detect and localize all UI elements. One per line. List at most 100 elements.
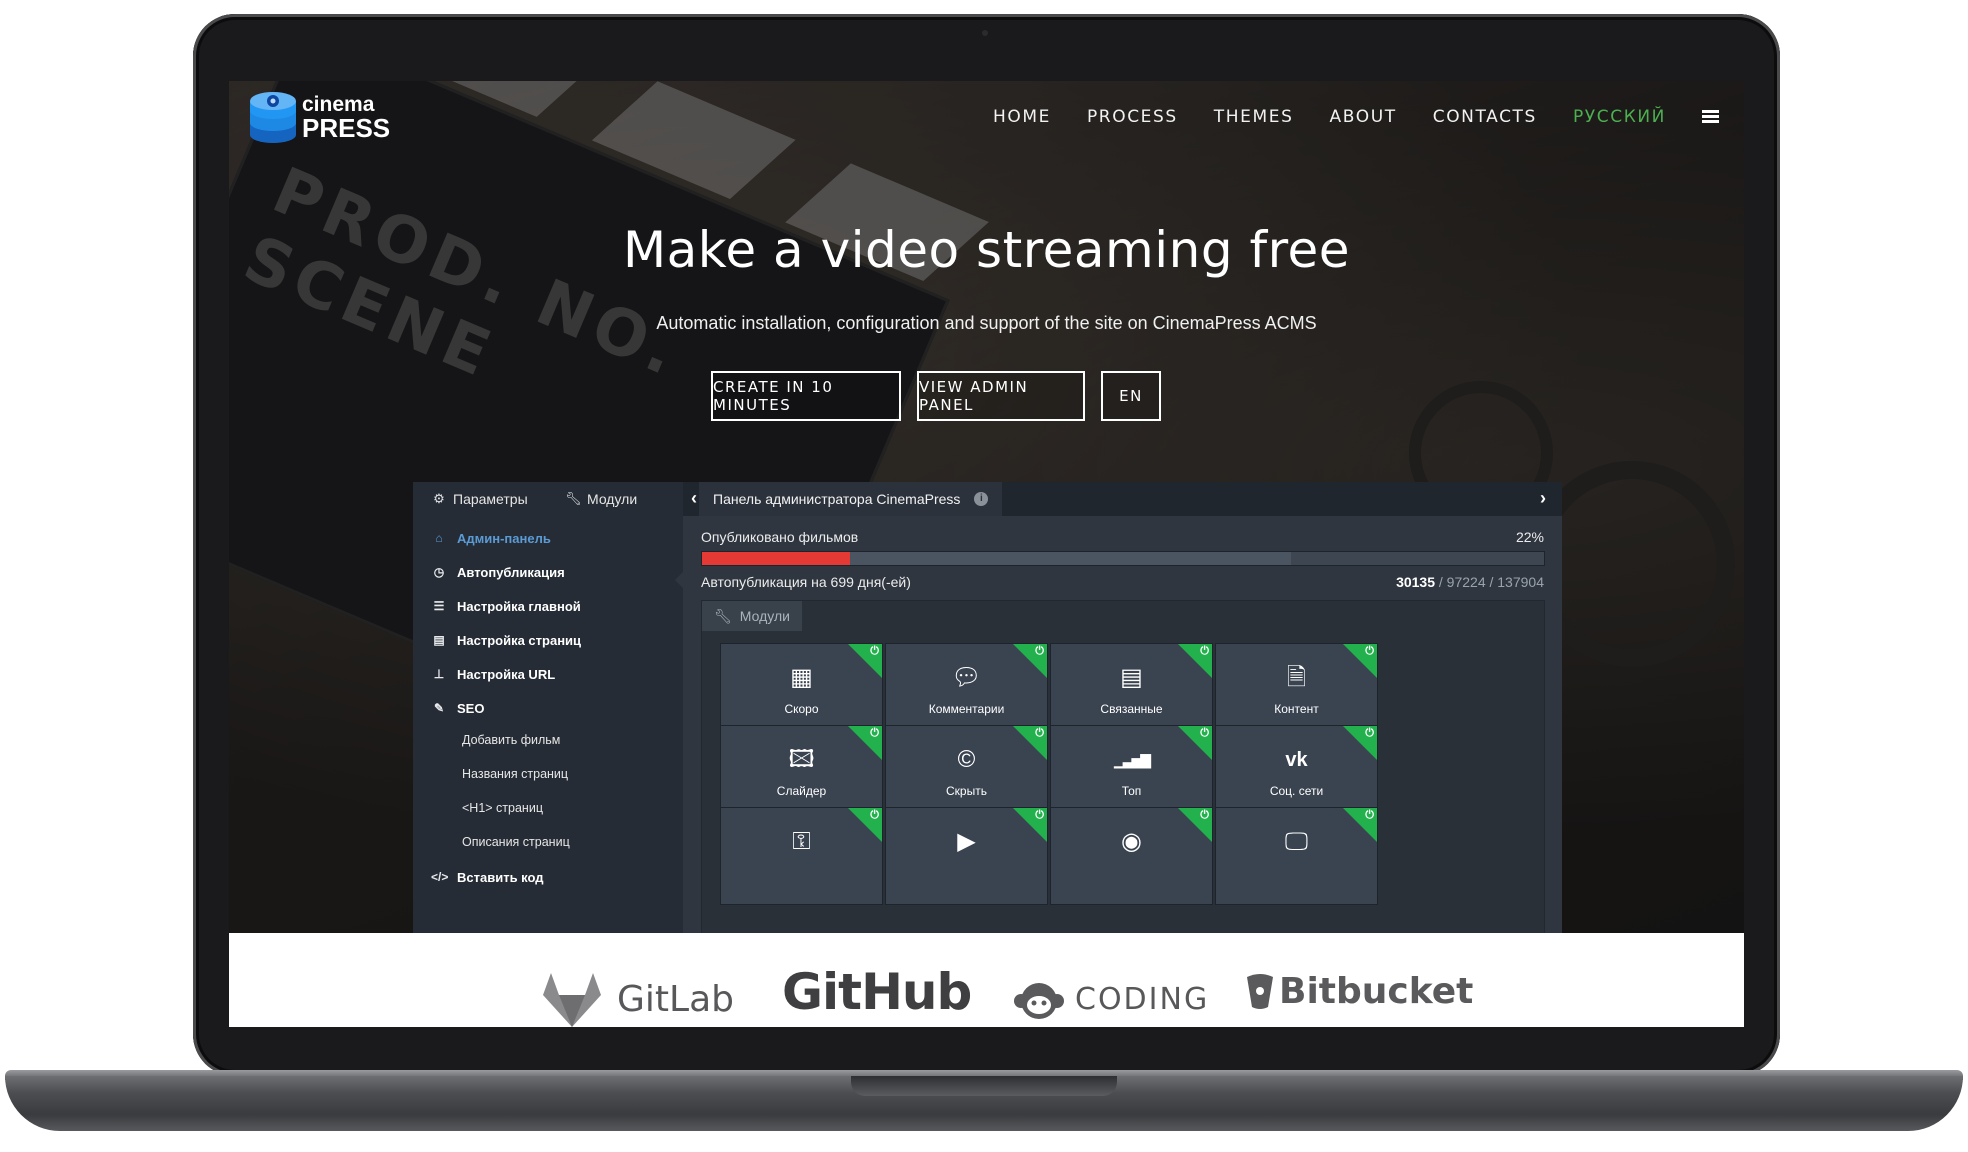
nav-links: HOME PROCESS THEMES ABOUT CONTACTS РУССК…	[993, 107, 1744, 127]
sidebar-item-url-settings[interactable]: ⊥ Настройка URL	[431, 664, 555, 684]
info-icon[interactable]: i	[974, 492, 989, 506]
eye-icon: ◉	[1121, 828, 1142, 855]
chevron-right-icon[interactable]: ›	[1540, 488, 1546, 509]
wrench-icon: 🔧︎	[714, 607, 732, 624]
power-icon[interactable]: ⏻	[870, 727, 879, 740]
view-admin-button[interactable]: VIEW ADMIN PANEL	[917, 371, 1085, 421]
sidebar-item-dashboard[interactable]: ⌂ Админ-панель	[431, 528, 551, 548]
power-icon[interactable]: ⏻	[1365, 645, 1374, 658]
copyright-icon: ©	[957, 746, 976, 773]
power-icon[interactable]: ⏻	[1365, 809, 1374, 822]
module-tile-label: Комментарии	[928, 702, 1005, 716]
sidebar-sub-page-names[interactable]: Названия страниц	[462, 767, 568, 781]
calendar-icon: ▦	[790, 664, 813, 691]
autopublish-counts: 30135 / 97224 / 137904	[1396, 574, 1544, 590]
power-icon[interactable]: ⏻	[1035, 645, 1044, 658]
power-icon[interactable]: ⏻	[1200, 645, 1209, 658]
github-logo: GitHub	[782, 963, 972, 1021]
admin-sidebar: ⌂ Админ-панель ◷ Автопубликация ☰ Настро…	[413, 516, 684, 933]
nav-themes[interactable]: THEMES	[1214, 107, 1294, 127]
power-icon[interactable]: ⏻	[1200, 727, 1209, 740]
tab-modules[interactable]: 🔧︎ Модули	[565, 482, 637, 516]
image-icon: 🖾︎	[788, 746, 815, 773]
clock-icon: ◷	[433, 565, 445, 579]
modules-tab[interactable]: 🔧︎ Модули	[702, 601, 802, 631]
gitlab-text: GitLab	[617, 978, 734, 1020]
file-icon: 🗎︎	[1286, 664, 1307, 691]
sidebar-item-autopublish[interactable]: ◷ Автопубликация	[431, 562, 565, 582]
module-tile[interactable]: ⏻ ▶	[885, 807, 1048, 905]
published-percent: 22%	[1515, 529, 1544, 545]
published-label: Опубликовано фильмов	[701, 529, 859, 545]
sidebar-item-label: Админ-панель	[457, 530, 551, 546]
code-icon: </>	[431, 870, 449, 884]
coding-monkey-icon	[1014, 983, 1064, 1019]
laptop-screen: PROD. NO. SCENE cinema PRESS HOME PROCES…	[229, 81, 1744, 1027]
autopublish-label: Автопубликация на 699 дня(-ей)	[701, 574, 911, 590]
power-icon[interactable]: ⏻	[870, 645, 879, 658]
en-button[interactable]: EN	[1101, 371, 1161, 421]
sidebar-item-label: Автопубликация	[457, 564, 565, 580]
bitbucket-logo: Bitbucket	[1245, 971, 1473, 1012]
power-icon[interactable]: ⏻	[1035, 809, 1044, 822]
sidebar-sub-h1[interactable]: <H1> страниц	[462, 801, 543, 815]
module-tile-label: Скоро	[784, 702, 819, 716]
logo-press: PRESS	[302, 112, 391, 143]
power-icon[interactable]: ⏻	[1200, 809, 1209, 822]
module-tile[interactable]: ⏻ ◉	[1050, 807, 1213, 905]
tab-modules-label: Модули	[587, 491, 638, 507]
bitbucket-bucket-icon	[1247, 973, 1273, 1009]
signal-icon: ▁▃▅▇	[1113, 752, 1151, 768]
nav-contacts[interactable]: CONTACTS	[1433, 107, 1537, 127]
sidebar-sub-add-film[interactable]: Добавить фильм	[462, 733, 560, 747]
nav-language[interactable]: РУССКИЙ	[1573, 107, 1666, 127]
sidebar-sub-descriptions[interactable]: Описания страниц	[462, 835, 570, 849]
admin-title: Панель администратора CinemaPress	[713, 491, 961, 507]
sidebar-item-label: Настройка главной	[457, 598, 581, 614]
laptop-notch	[851, 1076, 1117, 1096]
menu-icon[interactable]	[1702, 110, 1719, 124]
sidebar-item-label: SEO	[457, 700, 485, 716]
comments-icon: 💬︎	[951, 664, 982, 691]
nav-home[interactable]: HOME	[993, 107, 1051, 127]
module-tile-label: Соц. сети	[1269, 784, 1324, 798]
list-alt-icon: ▤	[1120, 664, 1143, 691]
hero-buttons: CREATE IN 10 MINUTES VIEW ADMIN PANEL EN	[711, 371, 1177, 421]
tab-parameters[interactable]: ⚙ Параметры	[431, 482, 527, 516]
sidebar-item-label: Настройка URL	[457, 666, 556, 682]
hero-section: PROD. NO. SCENE cinema PRESS HOME PROCES…	[229, 81, 1744, 933]
power-icon[interactable]: ⏻	[870, 809, 879, 822]
power-icon[interactable]: ⏻	[1035, 727, 1044, 740]
create-button[interactable]: CREATE IN 10 MINUTES	[711, 371, 901, 421]
film-stack-icon	[248, 89, 298, 145]
sitemap-icon: ⊥	[433, 667, 445, 681]
hero-title: Make a video streaming free	[622, 221, 1351, 279]
cinemapress-logo[interactable]: cinema PRESS	[248, 89, 390, 145]
sidebar-item-main-settings[interactable]: ☰ Настройка главной	[431, 596, 581, 616]
sidebar-item-insert-code[interactable]: </> Вставить код	[431, 867, 544, 887]
autopublish-count: 30135	[1396, 574, 1435, 590]
navbar: cinema PRESS HOME PROCESS THEMES ABOUT C…	[229, 81, 1744, 167]
modules-panel: 🔧︎ Модули ⏻ ▦ Скоро ⏻ 💬︎ Комментарии ⏻ ▤ Связанн…	[701, 600, 1545, 933]
bitbucket-text: Bitbucket	[1279, 971, 1474, 1012]
wrench-icon: 🔧︎	[565, 491, 582, 506]
admin-title-tab[interactable]: Панель администратора CinemaPress i	[699, 482, 1003, 516]
gears-icon: ⚙	[433, 491, 445, 506]
pencil-icon: ✎	[433, 701, 445, 715]
play-icon: ▶	[957, 828, 976, 855]
nav-process[interactable]: PROCESS	[1087, 107, 1178, 127]
chevron-left-icon[interactable]: ‹	[691, 488, 697, 509]
camera-dot	[982, 30, 988, 36]
power-icon[interactable]: ⏻	[1365, 727, 1374, 740]
module-tile[interactable]: ⏻ 🖵︎	[1215, 807, 1378, 905]
admin-panel-preview: ⚙ Параметры 🔧︎ Модули ‹ Панель администр…	[413, 482, 1562, 933]
sidebar-item-seo[interactable]: ✎ SEO	[431, 698, 485, 718]
module-tile-label: Контент	[1274, 702, 1319, 716]
module-tile-label: Топ	[1121, 784, 1142, 798]
module-tile[interactable]: ⏻ ⚿	[720, 807, 883, 905]
module-tile-label: Слайдер	[776, 784, 827, 798]
nav-about[interactable]: ABOUT	[1330, 107, 1397, 127]
progress-fill	[702, 552, 850, 565]
coding-logo: CODING	[1013, 977, 1209, 1021]
sidebar-item-page-settings[interactable]: ▤ Настройка страниц	[431, 630, 581, 650]
